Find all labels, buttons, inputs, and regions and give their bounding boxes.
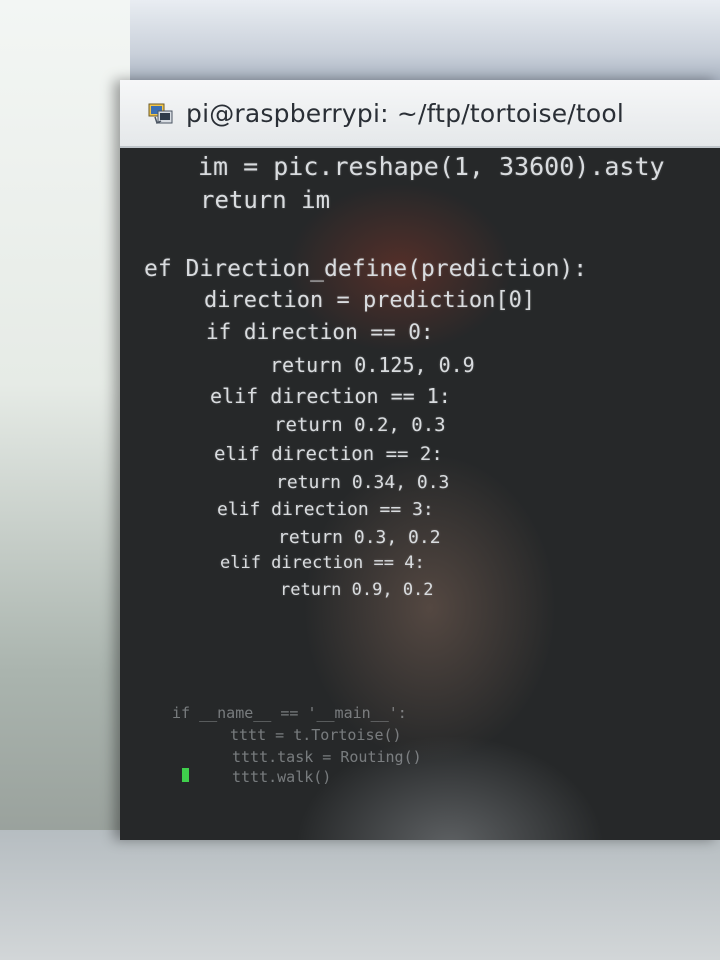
code-line: tttt.task = Routing() xyxy=(232,748,422,766)
code-line: direction = prediction[0] xyxy=(204,288,536,313)
photo-background-left xyxy=(0,0,130,960)
code-line: return im xyxy=(200,186,331,214)
code-line: elif direction == 3: xyxy=(217,499,434,520)
code-line: elif direction == 2: xyxy=(214,443,443,465)
code-line: im = pic.reshape(1, 33600).asty xyxy=(198,152,665,181)
photo-background-bottom xyxy=(0,830,720,960)
code-line: ef Direction_define(prediction): xyxy=(144,256,588,282)
terminal-app-icon[interactable] xyxy=(146,98,176,128)
code-line: tttt.walk() xyxy=(232,768,332,786)
code-line: return 0.125, 0.9 xyxy=(270,353,475,377)
code-line: return 0.3, 0.2 xyxy=(278,527,441,548)
terminal-window: pi@raspberrypi: ~/ftp/tortoise/tool im =… xyxy=(120,80,720,840)
code-line: return 0.34, 0.3 xyxy=(276,472,450,493)
title-bar[interactable]: pi@raspberrypi: ~/ftp/tortoise/tool xyxy=(120,80,720,148)
terminal-content[interactable]: im = pic.reshape(1, 33600).asty return i… xyxy=(120,148,720,840)
code-line: return 0.2, 0.3 xyxy=(274,414,446,436)
code-line: elif direction == 1: xyxy=(210,384,451,408)
terminal-cursor xyxy=(182,768,189,782)
code-line: tttt = t.Tortoise() xyxy=(230,726,402,744)
code-line: elif direction == 4: xyxy=(220,553,425,573)
code-line: if __name__ == '__main__': xyxy=(172,704,407,722)
code-line: if direction == 0: xyxy=(206,320,434,344)
window-title: pi@raspberrypi: ~/ftp/tortoise/tool xyxy=(186,98,625,128)
code-line: return 0.9, 0.2 xyxy=(280,580,434,600)
